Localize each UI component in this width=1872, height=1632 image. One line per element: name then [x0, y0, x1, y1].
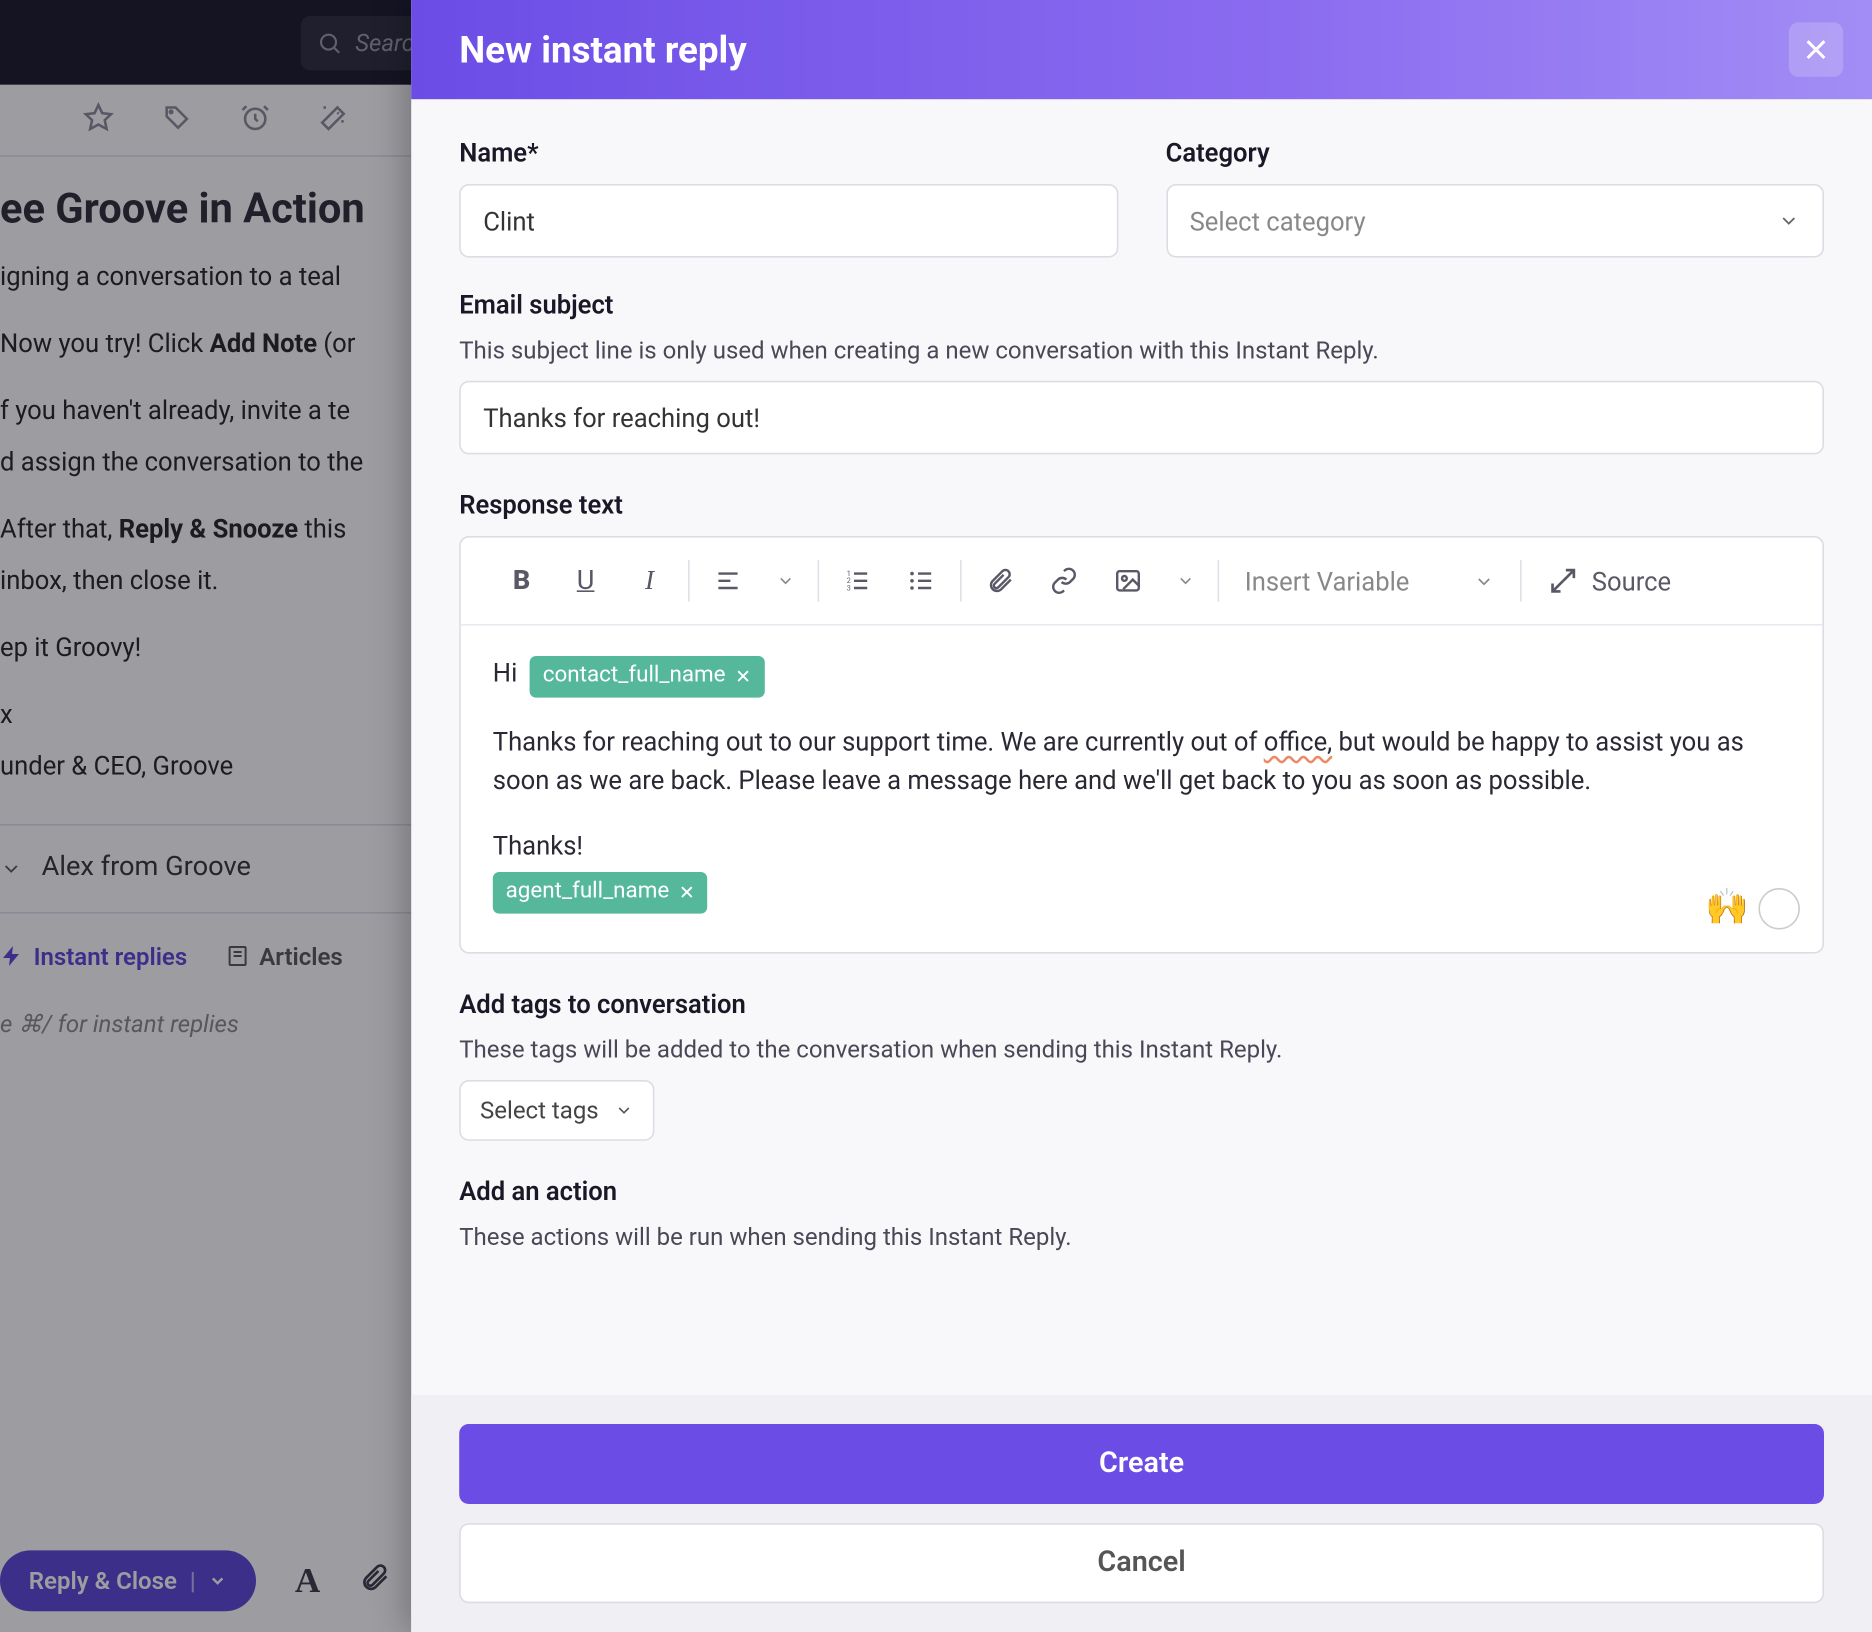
modal-body: Name* Category Select category Email sub…	[411, 99, 1872, 1394]
category-placeholder: Select category	[1190, 206, 1366, 236]
response-label: Response text	[459, 490, 1824, 520]
tags-label: Add tags to conversation	[459, 988, 1824, 1018]
ordered-list-button[interactable]: 123	[842, 565, 874, 597]
modal-footer: Create Cancel	[411, 1394, 1872, 1631]
close-button[interactable]	[1789, 22, 1843, 76]
emoji-reaction: 🙌	[1705, 881, 1800, 936]
modal-header: New instant reply	[411, 0, 1872, 99]
tags-desc: These tags will be added to the conversa…	[459, 1035, 1824, 1064]
editor-textarea[interactable]: Hi contact_full_name✕ Thanks for reachin…	[461, 626, 1823, 952]
action-desc: These actions will be run when sending t…	[459, 1222, 1824, 1251]
instant-reply-modal: New instant reply Name* Category Select …	[411, 0, 1872, 1631]
subject-input[interactable]	[459, 381, 1824, 455]
tags-select[interactable]: Select tags	[459, 1080, 655, 1141]
insert-variable-dropdown[interactable]: Insert Variable	[1219, 566, 1520, 596]
subject-label: Email subject	[459, 290, 1824, 320]
category-label: Category	[1166, 138, 1824, 168]
raised-hands-emoji[interactable]: 🙌	[1705, 881, 1749, 936]
italic-button[interactable]: I	[634, 565, 666, 597]
spellcheck-word: office,	[1264, 726, 1332, 756]
remove-variable-icon[interactable]: ✕	[735, 662, 751, 692]
attachment-button[interactable]	[984, 565, 1016, 597]
chevron-down-icon	[1778, 210, 1800, 232]
editor-toolbar: B U I 123	[461, 538, 1823, 626]
bullet-list-button[interactable]	[906, 565, 938, 597]
source-button[interactable]: Source	[1521, 565, 1671, 597]
bold-button[interactable]: B	[506, 565, 538, 597]
svg-text:3: 3	[847, 583, 851, 592]
variable-chip-agent[interactable]: agent_full_name✕	[493, 872, 708, 913]
modal-title: New instant reply	[459, 28, 747, 71]
image-button[interactable]	[1112, 565, 1144, 597]
chevron-down-icon	[1473, 570, 1494, 591]
response-editor: B U I 123	[459, 536, 1824, 953]
category-select[interactable]: Select category	[1166, 184, 1824, 258]
align-chevron[interactable]	[776, 565, 795, 597]
close-icon	[1802, 35, 1831, 64]
emoji-add-button[interactable]	[1758, 888, 1800, 930]
underline-button[interactable]: U	[570, 565, 602, 597]
image-chevron[interactable]	[1176, 565, 1195, 597]
name-input[interactable]	[459, 184, 1117, 258]
name-label: Name*	[459, 138, 1117, 168]
action-label: Add an action	[459, 1176, 1824, 1206]
cancel-button[interactable]: Cancel	[459, 1522, 1824, 1602]
source-icon	[1547, 565, 1579, 597]
align-button[interactable]	[712, 565, 744, 597]
variable-chip-contact[interactable]: contact_full_name✕	[530, 656, 764, 697]
chevron-down-icon	[615, 1100, 634, 1119]
link-button[interactable]	[1048, 565, 1080, 597]
create-button[interactable]: Create	[459, 1423, 1824, 1503]
remove-variable-icon[interactable]: ✕	[679, 878, 695, 908]
subject-desc: This subject line is only used when crea…	[459, 336, 1824, 365]
